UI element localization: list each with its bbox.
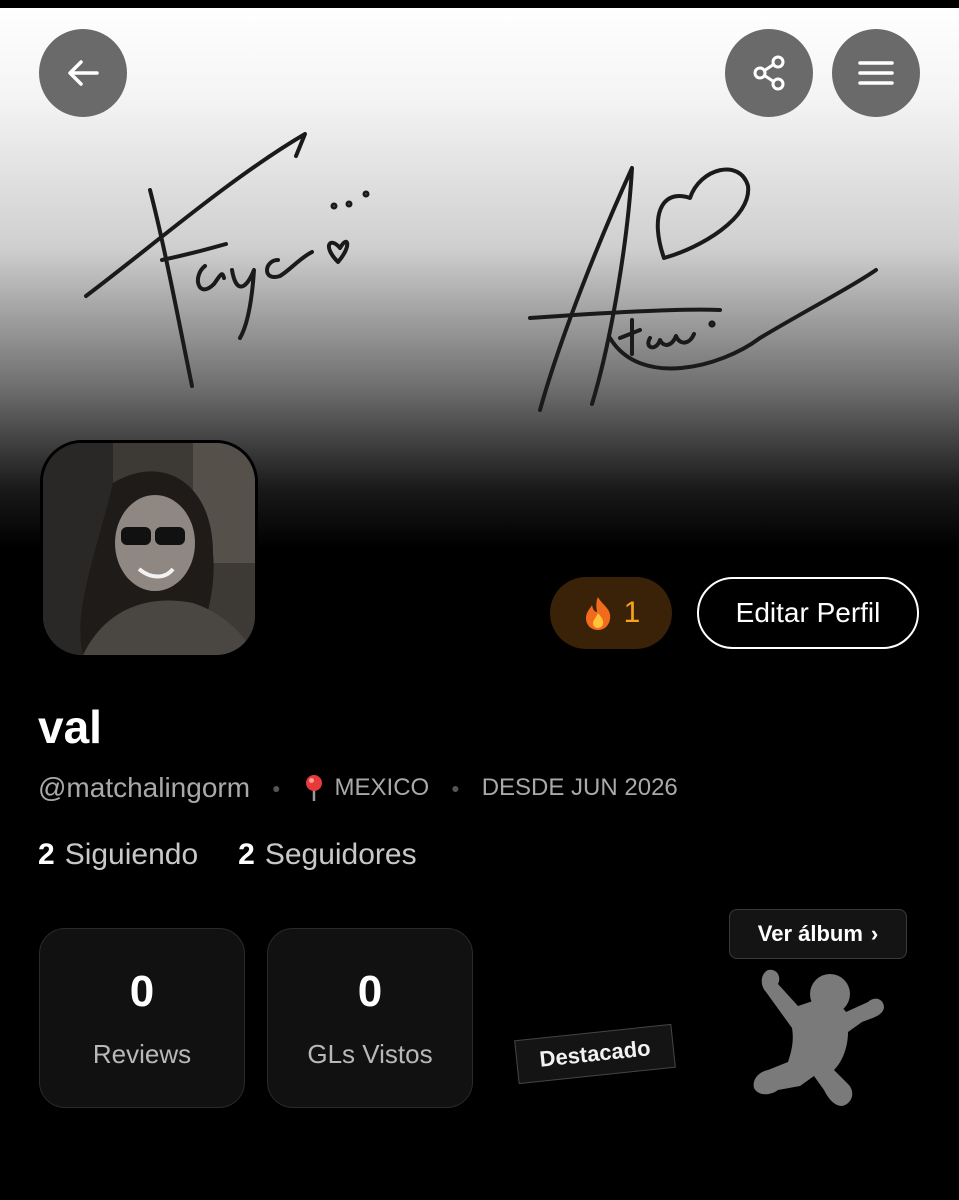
share-button[interactable] — [725, 29, 813, 117]
top-status-strip — [0, 0, 959, 8]
pin-icon — [305, 775, 322, 801]
avatar[interactable] — [40, 440, 258, 658]
menu-button[interactable] — [832, 29, 920, 117]
streak-count: 1 — [623, 596, 641, 629]
member-since: DESDE JUN 2026 — [481, 774, 678, 801]
follow-stats: 2 Siguiendo 2 Seguidores — [38, 838, 417, 872]
view-album-button[interactable]: Ver álbum › — [729, 909, 907, 959]
fire-icon — [585, 597, 610, 630]
separator-dot: ● — [451, 780, 460, 796]
reviews-count: 0 — [129, 966, 155, 1016]
back-button[interactable] — [39, 29, 127, 117]
featured-figure-placeholder-icon — [753, 969, 884, 1106]
edit-profile-button[interactable]: Editar Perfil — [697, 577, 919, 649]
user-handle: @matchalingorm — [38, 772, 251, 803]
separator-dot: ● — [272, 780, 281, 796]
featured-tag: Destacado — [514, 1023, 676, 1085]
back-arrow-icon — [68, 60, 99, 86]
chevron-right-icon: › — [870, 921, 879, 946]
followers-label: Seguidores — [264, 838, 417, 871]
gls-watched-count: 0 — [357, 966, 383, 1016]
streak-badge[interactable]: 1 — [550, 577, 672, 649]
reviews-card[interactable]: 0 Reviews — [39, 928, 245, 1108]
hamburger-menu-icon — [858, 61, 894, 85]
following-label: Siguiendo — [64, 838, 199, 871]
gls-watched-card[interactable]: 0 GLs Vistos — [267, 928, 473, 1108]
following-count: 2 — [38, 838, 55, 871]
gls-watched-label: GLs Vistos — [307, 1038, 433, 1069]
view-album-label: Ver álbum — [757, 921, 863, 946]
share-icon — [753, 55, 785, 91]
followers-link[interactable]: 2 Seguidores — [238, 838, 416, 872]
display-name: val — [38, 701, 102, 753]
location-text: MEXICO — [334, 774, 430, 801]
profile-meta: @matchalingorm ● MEXICO ● DESDE JUN 2026 — [38, 770, 678, 806]
reviews-label: Reviews — [92, 1038, 192, 1069]
avatar-photo — [43, 443, 255, 655]
following-link[interactable]: 2 Siguiendo — [38, 838, 198, 872]
followers-count: 2 — [238, 838, 255, 871]
